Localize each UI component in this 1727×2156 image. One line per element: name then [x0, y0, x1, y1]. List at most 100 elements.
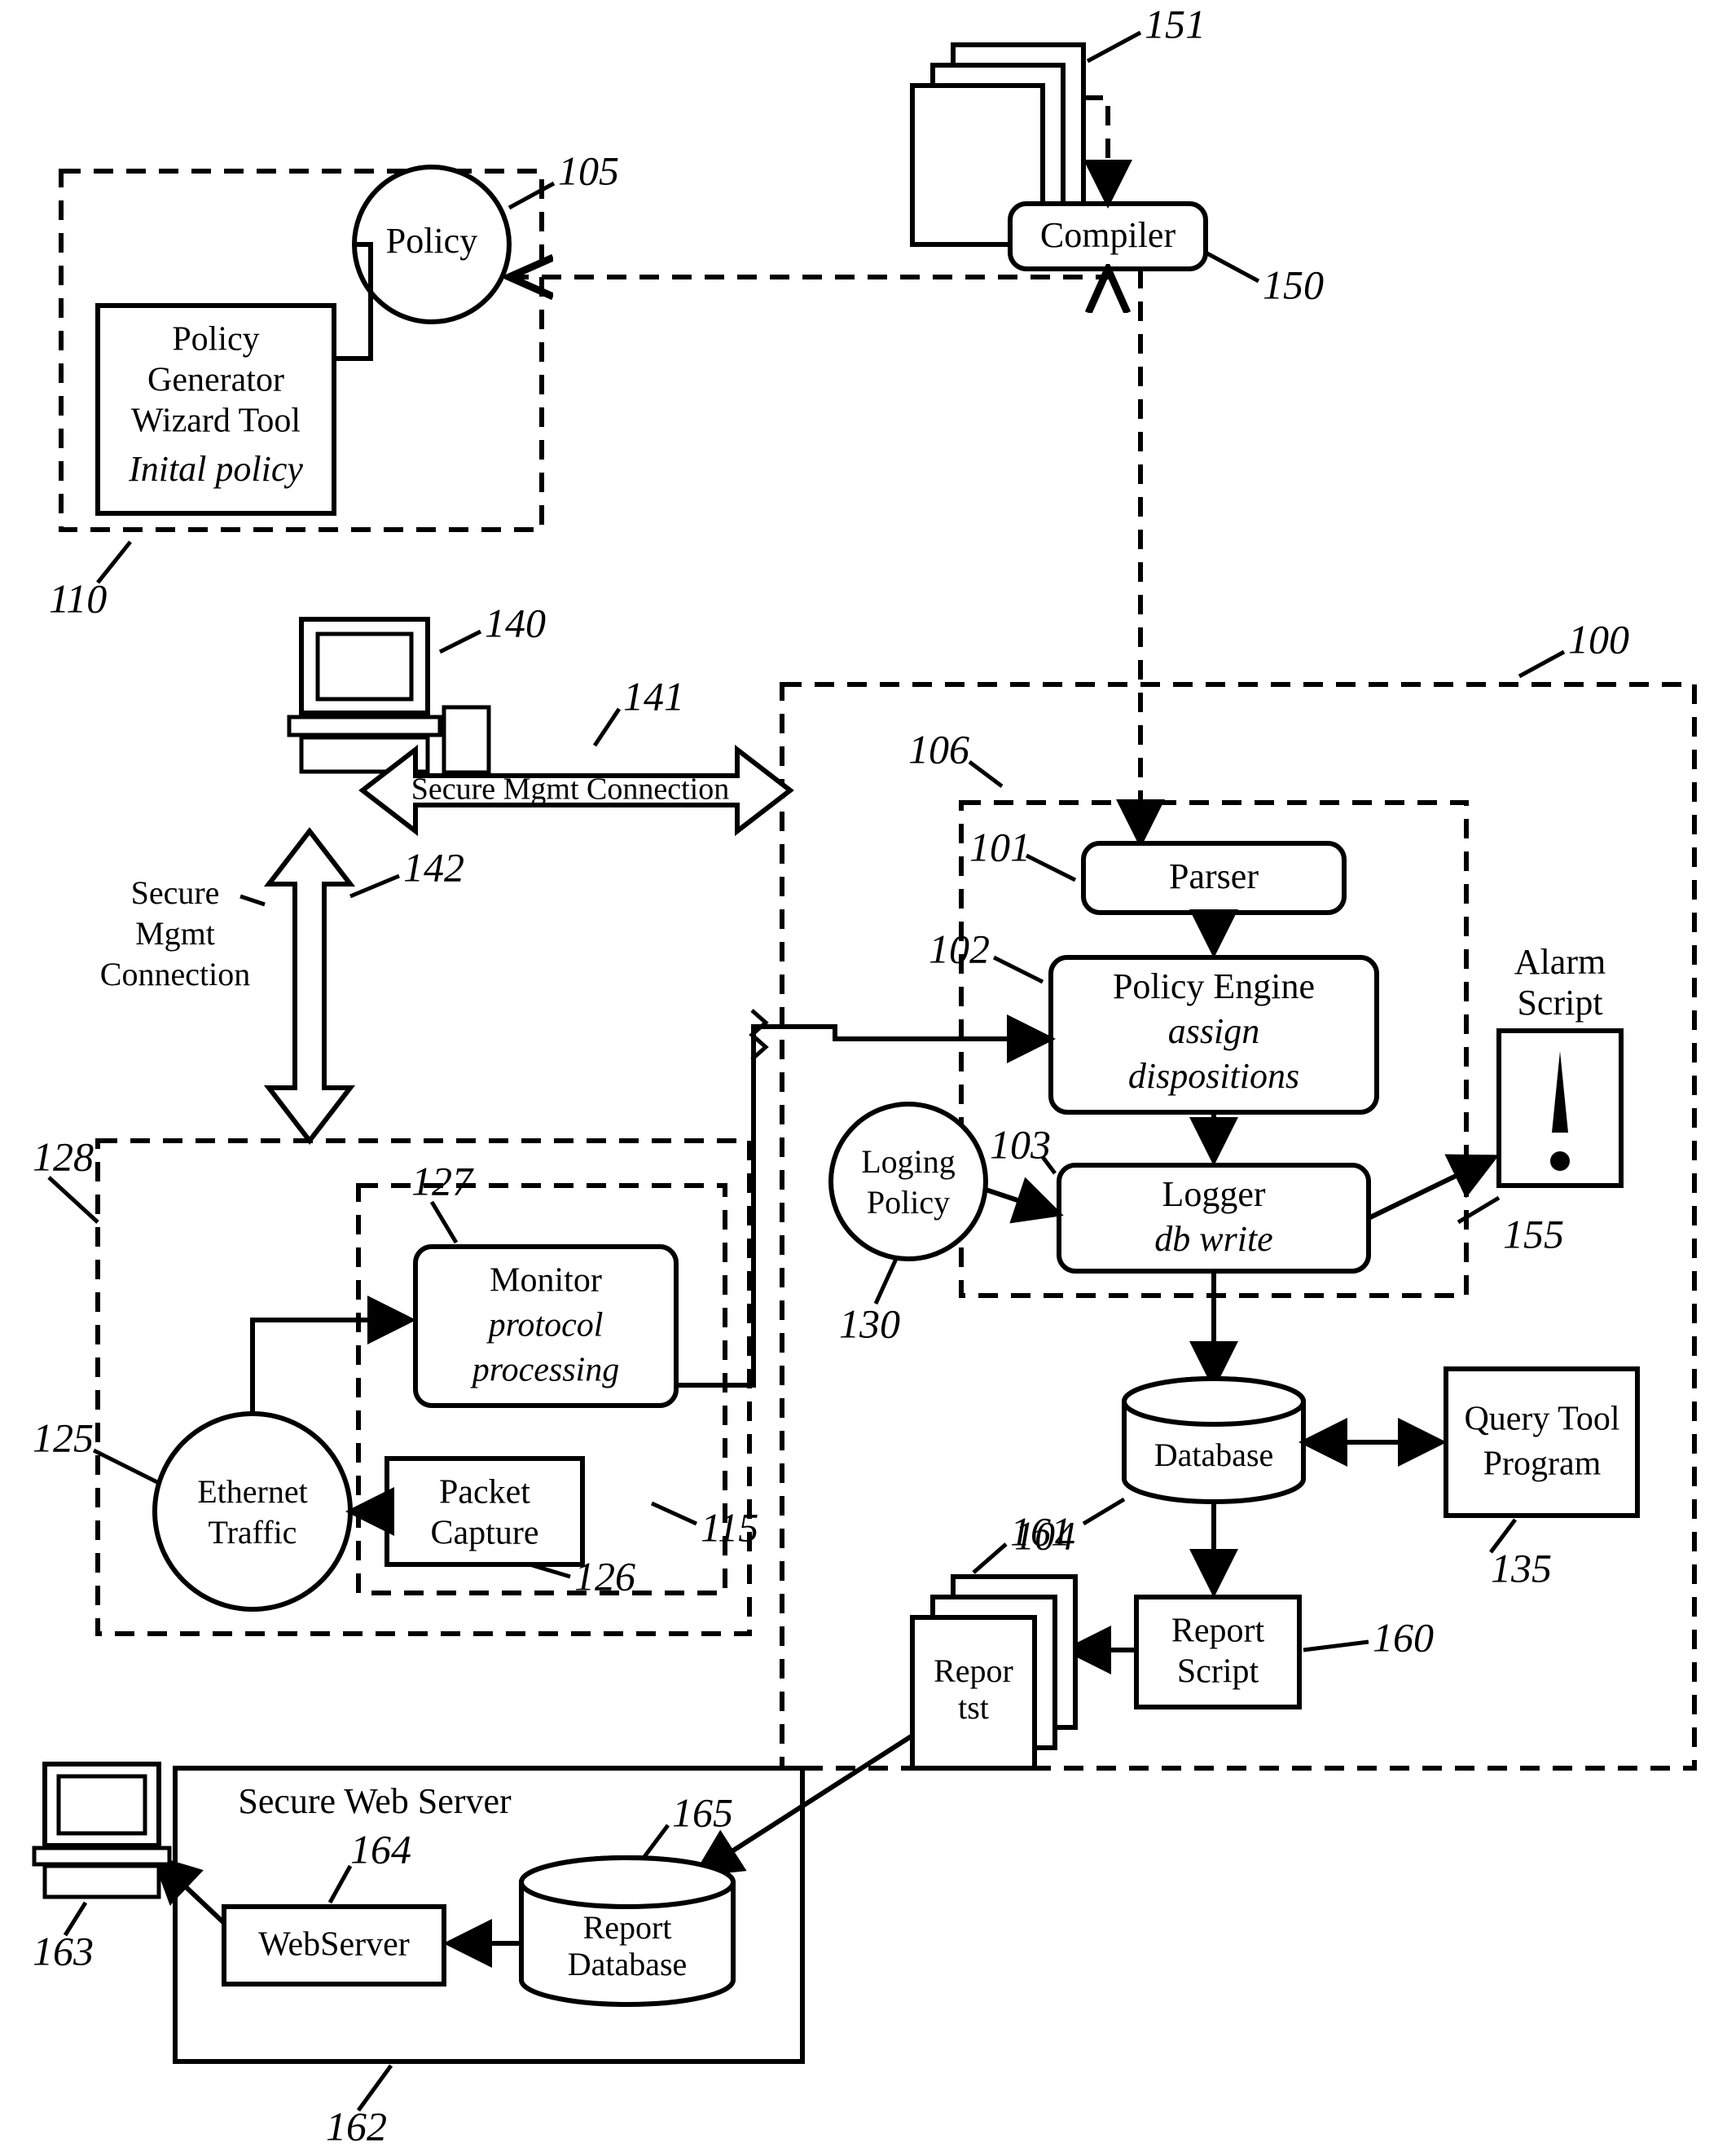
logger-l2: db write	[1154, 1219, 1272, 1259]
ethernet-l1: Ethernet	[197, 1473, 308, 1510]
computer-163-icon	[34, 1764, 169, 1897]
leader-125	[94, 1450, 159, 1483]
packet-capture-l2: Capture	[431, 1515, 539, 1552]
arrow-eth-to-monitor	[253, 1320, 411, 1414]
secure-mgmt-142-l3: Connection	[100, 956, 250, 992]
ref-162: 162	[326, 2103, 387, 2149]
ref-142: 142	[403, 844, 464, 890]
ref-141: 141	[623, 673, 684, 719]
arrow-logpolicy-to-logger	[986, 1190, 1059, 1214]
leader-115	[652, 1503, 697, 1524]
ref-101: 101	[969, 824, 1030, 869]
leader-101	[1026, 856, 1075, 880]
svg-text:Alarm: Alarm	[1514, 942, 1606, 982]
policy-engine-l2: assign	[1168, 1011, 1259, 1051]
leader-160	[1303, 1642, 1369, 1650]
ref-103: 103	[990, 1121, 1051, 1167]
arrow-logger-to-alarm	[1369, 1157, 1495, 1218]
ref-126: 126	[574, 1553, 635, 1599]
svg-text:Repor: Repor	[934, 1652, 1013, 1689]
query-tool-box	[1446, 1369, 1637, 1516]
ref-128: 128	[33, 1133, 94, 1179]
reports-icon: Repor tst	[912, 1577, 1075, 1768]
leader-140	[440, 631, 481, 652]
monitor-l1: Monitor	[490, 1262, 602, 1300]
leader-127	[432, 1202, 456, 1243]
policy-gen-l2: Generator	[147, 362, 284, 399]
ref-140: 140	[485, 600, 546, 645]
leader-142b	[240, 896, 265, 904]
leader-151	[1088, 33, 1140, 61]
compiler-label: Compiler	[1040, 215, 1176, 255]
ref-160: 160	[1373, 1614, 1434, 1660]
svg-text:Database: Database	[568, 1946, 688, 1982]
parser-label: Parser	[1169, 856, 1259, 896]
query-tool-l1: Query Tool	[1464, 1401, 1619, 1438]
query-tool-l2: Program	[1483, 1445, 1602, 1483]
ref-100: 100	[1568, 616, 1629, 662]
leader-164	[330, 1866, 350, 1903]
report-script-l2: Script	[1177, 1653, 1259, 1691]
svg-text:Report: Report	[583, 1909, 672, 1946]
ethernet-l2: Traffic	[209, 1514, 297, 1551]
alarm-script: Alarm Script	[1499, 942, 1621, 1186]
leader-150	[1206, 253, 1259, 281]
ref-127: 127	[411, 1158, 474, 1203]
database-icon: Database	[1124, 1379, 1303, 1502]
svg-text:Database: Database	[1154, 1437, 1274, 1473]
ref-102: 102	[929, 926, 990, 971]
secure-mgmt-142-l2: Mgmt	[135, 915, 215, 952]
logging-policy-l1: Loging	[861, 1143, 956, 1180]
ref-161: 161	[1010, 1508, 1071, 1554]
ref-165: 165	[672, 1789, 733, 1835]
ref-150: 150	[1263, 262, 1324, 307]
line-policy-compiler	[509, 269, 1108, 277]
leader-100	[1519, 652, 1564, 676]
webserver-label: WebServer	[258, 1926, 410, 1964]
system-diagram: Policy Generator Wizard Tool Inital poli…	[0, 0, 1727, 2156]
ref-135: 135	[1491, 1545, 1552, 1591]
policy-engine-l3: dispositions	[1128, 1056, 1299, 1096]
secure-web-server-label: Secure Web Server	[238, 1781, 512, 1821]
ethernet-circle	[155, 1414, 350, 1609]
leader-102	[994, 957, 1043, 982]
policy-gen-l1: Policy	[172, 321, 259, 359]
policy-gen-l3: Wizard Tool	[131, 403, 301, 440]
ref-164: 164	[350, 1826, 411, 1872]
leader-161	[973, 1544, 1006, 1573]
svg-text:Script: Script	[1517, 983, 1602, 1023]
secure-mgmt-142-l1: Secure	[131, 874, 220, 911]
ref-106: 106	[908, 726, 969, 772]
report-script-l1: Report	[1171, 1613, 1265, 1650]
logging-policy-l2: Policy	[867, 1184, 950, 1221]
ref-125: 125	[33, 1415, 94, 1460]
arrow-webserver-to-client	[155, 1858, 224, 1923]
leader-142	[350, 876, 399, 896]
leader-105	[509, 183, 554, 208]
ref-155: 155	[1503, 1211, 1564, 1256]
report-db-icon: Report Database	[521, 1858, 733, 2004]
policy-engine-l1: Policy Engine	[1113, 966, 1315, 1006]
ref-115: 115	[701, 1504, 758, 1550]
secure-mgmt-141: Secure Mgmt Connection	[411, 772, 729, 807]
leader-106	[969, 762, 1002, 786]
monitor-l2: protocol	[486, 1307, 604, 1344]
leader-104	[1083, 1499, 1124, 1524]
ref-105: 105	[558, 147, 619, 193]
packet-capture-l1: Packet	[439, 1474, 530, 1511]
ref-163: 163	[33, 1928, 94, 1973]
leader-128	[49, 1177, 98, 1222]
ref-130: 130	[839, 1300, 900, 1346]
ref-110: 110	[49, 575, 107, 621]
arrow-docs-to-compiler	[1083, 98, 1108, 204]
logger-l1: Logger	[1162, 1174, 1265, 1214]
leader-165	[644, 1825, 668, 1858]
policy-gen-l4: Inital policy	[128, 449, 303, 489]
double-arrow-142	[269, 831, 350, 1141]
leader-130	[876, 1259, 896, 1304]
ref-151: 151	[1145, 1, 1206, 46]
monitor-l3: processing	[470, 1352, 619, 1389]
leader-141	[595, 709, 619, 746]
svg-text:tst: tst	[958, 1689, 989, 1726]
policy-label: Policy	[386, 221, 477, 261]
